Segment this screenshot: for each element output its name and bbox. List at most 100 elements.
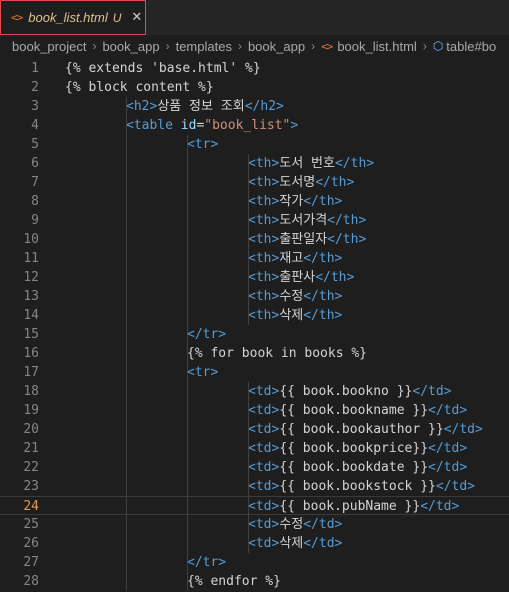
- code-token: <th>: [248, 194, 280, 209]
- code-line[interactable]: 12 <th>출판사</th>: [0, 268, 509, 287]
- code-line[interactable]: 13 <th>수정</th>: [0, 287, 509, 306]
- line-code: <tr>: [187, 363, 218, 382]
- code-token: 도서 번호: [279, 156, 335, 171]
- code-token: {{ book.bookname }}: [279, 403, 429, 418]
- indent-guide: [248, 154, 249, 325]
- code-token: <th>: [248, 213, 280, 228]
- code-line[interactable]: 5 <tr>: [0, 135, 509, 154]
- code-token: <th>: [248, 251, 280, 266]
- breadcrumb-item-symbol[interactable]: table#bo: [446, 39, 496, 54]
- code-token: <td>: [248, 536, 280, 551]
- code-token: </td>: [428, 403, 468, 418]
- breadcrumb-item-book-project[interactable]: book_project: [12, 39, 86, 54]
- code-token: <td>: [248, 499, 280, 514]
- code-token: </td>: [428, 460, 468, 475]
- code-token: 출판일자: [279, 232, 328, 247]
- code-token: </th>: [334, 156, 375, 171]
- code-line[interactable]: 2 {% block content %}: [0, 78, 509, 97]
- line-code: {% for book in books %}: [187, 344, 367, 363]
- code-line[interactable]: 23 <td>{{ book.bookstock }}</td>: [0, 477, 509, 496]
- code-line[interactable]: 8 <th>작가</th>: [0, 192, 509, 211]
- code-line[interactable]: 28 {% endfor %}: [0, 572, 509, 591]
- code-token: </th>: [315, 270, 355, 285]
- code-line[interactable]: 27 </tr>: [0, 553, 509, 572]
- code-line[interactable]: 19 <td>{{ book.bookname }}</td>: [0, 401, 509, 420]
- line-code: <tr>: [187, 135, 218, 154]
- code-line[interactable]: 25 <td>수정</td>: [0, 515, 509, 534]
- code-token: {{ book.bookno }}: [279, 384, 413, 399]
- code-line[interactable]: 9 <th>도서가격</th>: [0, 211, 509, 230]
- code-token: 삭제: [279, 536, 304, 551]
- code-token: </th>: [327, 213, 367, 228]
- line-number: 28: [23, 574, 39, 589]
- code-line[interactable]: 20 <td>{{ book.bookauthor }}</td>: [0, 420, 509, 439]
- code-line[interactable]: 1 {% extends 'base.html' %}: [0, 59, 509, 78]
- line-number: 7: [31, 175, 39, 190]
- editor-window: <> book_list.html U ✕ book_project › boo…: [0, 0, 509, 592]
- code-token: <th>: [248, 175, 280, 190]
- symbol-class-icon: ⬡: [432, 39, 444, 53]
- code-token: 도서가격: [279, 213, 328, 228]
- chevron-right-icon: ›: [165, 39, 170, 53]
- code-token: </th>: [315, 175, 355, 190]
- line-code: <th>출판일자</th>: [248, 230, 366, 249]
- code-line[interactable]: 4 <table id="book_list">: [0, 116, 509, 135]
- breadcrumb-item-file[interactable]: book_list.html: [337, 39, 416, 54]
- code-token: {{ book.bookprice}}: [279, 441, 429, 456]
- code-line[interactable]: 3 <h2>상품 정보 조회</h2>: [0, 97, 509, 116]
- line-number: 24: [23, 499, 39, 514]
- code-line[interactable]: 17 <tr>: [0, 363, 509, 382]
- breadcrumb-item-book-app[interactable]: book_app: [102, 39, 159, 54]
- code-line[interactable]: 26 <td>삭제</td>: [0, 534, 509, 553]
- breadcrumb-item-templates[interactable]: templates: [176, 39, 232, 54]
- line-code: <td>{{ book.pubName }}</td>: [248, 497, 459, 516]
- code-token: {{ book.bookdate }}: [279, 460, 429, 475]
- line-code: <th>도서명</th>: [248, 173, 354, 192]
- code-line[interactable]: 14 <th>삭제</th>: [0, 306, 509, 325]
- code-token: <td>: [248, 384, 280, 399]
- line-number: 2: [31, 80, 39, 95]
- code-token: {% block content %}: [65, 80, 214, 95]
- code-line[interactable]: 16 {% for book in books %}: [0, 344, 509, 363]
- line-code: <th>재고</th>: [248, 249, 342, 268]
- code-line[interactable]: 15 </tr>: [0, 325, 509, 344]
- html-file-icon: <>: [11, 11, 23, 24]
- code-editor[interactable]: 1 {% extends 'base.html' %} 2 {% block cont…: [0, 57, 509, 592]
- code-token: <th>: [248, 289, 280, 304]
- code-token: </td>: [435, 479, 475, 494]
- chevron-right-icon: ›: [311, 39, 316, 53]
- code-line[interactable]: 7 <th>도서명</th>: [0, 173, 509, 192]
- code-line[interactable]: 24 <td>{{ book.pubName }}</td>: [0, 496, 509, 515]
- line-number: 13: [23, 289, 39, 304]
- code-token: </th>: [303, 289, 343, 304]
- breadcrumb-item-book-app-folder[interactable]: book_app: [248, 39, 305, 54]
- code-token: 수정: [279, 517, 304, 532]
- code-line[interactable]: 10 <th>출판일자</th>: [0, 230, 509, 249]
- line-code: {% block content %}: [65, 78, 214, 97]
- line-number: 6: [31, 156, 39, 171]
- code-token: <th>: [248, 270, 280, 285]
- code-token: </tr>: [187, 327, 227, 342]
- code-token: <td>: [248, 460, 280, 475]
- code-line[interactable]: 21 <td>{{ book.bookprice}}</td>: [0, 439, 509, 458]
- tab-book-list-html[interactable]: <> book_list.html U ✕: [0, 0, 146, 35]
- code-token: <tr>: [187, 365, 219, 380]
- line-number: 20: [23, 422, 39, 437]
- line-number: 8: [31, 194, 39, 209]
- line-code: <h2>상품 정보 조회</h2>: [126, 97, 284, 116]
- line-number: 26: [23, 536, 39, 551]
- code-line[interactable]: 11 <th>재고</th>: [0, 249, 509, 268]
- code-line[interactable]: 6 <th>도서 번호</th>: [0, 154, 509, 173]
- code-token: {% extends 'base.html' %}: [65, 61, 261, 76]
- code-line[interactable]: 18 <td>{{ book.bookno }}</td>: [0, 382, 509, 401]
- code-line[interactable]: 22 <td>{{ book.bookdate }}</td>: [0, 458, 509, 477]
- line-number: 25: [23, 517, 39, 532]
- code-token: {{ book.bookauthor }}: [279, 422, 444, 437]
- code-token: 수정: [279, 289, 304, 304]
- code-token: <td>: [248, 441, 280, 456]
- line-number: 12: [23, 270, 39, 285]
- code-token: </td>: [420, 499, 460, 514]
- close-icon[interactable]: ✕: [131, 10, 142, 25]
- line-code: <td>{{ book.bookstock }}</td>: [248, 477, 475, 496]
- line-code: <th>도서가격</th>: [248, 211, 366, 230]
